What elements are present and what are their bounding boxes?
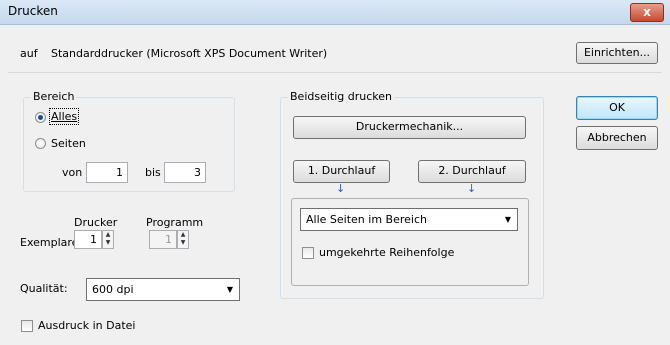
pages-select-value: Alle Seiten im Bereich <box>306 213 427 226</box>
from-input[interactable]: 1 <box>86 162 128 183</box>
separator <box>8 72 662 73</box>
window-title: Drucken <box>8 4 58 18</box>
range-pages-label[interactable]: Seiten <box>51 137 86 150</box>
copies-program-input: 1 <box>149 230 177 249</box>
pages-select[interactable]: Alle Seiten im Bereich ▼ <box>300 208 518 231</box>
range-all-label[interactable]: Alles <box>48 108 80 125</box>
copies-program-spinner: ▲ ▼ <box>177 230 189 249</box>
range-all-radio[interactable] <box>35 112 46 123</box>
copies-printer-header: Drucker <box>74 216 118 229</box>
spin-up-icon[interactable]: ▲ <box>103 231 113 239</box>
print-to-file-label[interactable]: Ausdruck in Datei <box>38 319 136 332</box>
printer-mechanics-button[interactable]: Druckermechanik... <box>293 116 526 139</box>
to-input[interactable]: 3 <box>164 162 206 183</box>
pass2-button[interactable]: 2. Durchlauf <box>418 160 526 183</box>
dropdown-arrow-icon: ▼ <box>504 215 511 224</box>
spin-down-icon: ▼ <box>180 239 186 246</box>
quality-select[interactable]: 600 dpi ▼ <box>86 278 240 301</box>
dropdown-arrow-icon: ▼ <box>226 285 233 294</box>
copies-label: Exemplare <box>20 236 79 249</box>
pass2-arrow-icon: ↓ <box>467 182 477 195</box>
copies-printer-spinner[interactable]: ▲ ▼ <box>102 230 114 249</box>
range-pages-radio[interactable] <box>35 138 46 149</box>
title-bar: Drucken x <box>0 0 670 25</box>
printer-prefix: auf <box>20 47 38 60</box>
cancel-button[interactable]: Abbrechen <box>576 126 658 150</box>
to-label: bis <box>145 166 161 179</box>
spin-up-icon: ▲ <box>180 231 186 238</box>
duplex-legend: Beidseitig drucken <box>288 90 394 103</box>
print-to-file-checkbox[interactable] <box>21 320 33 332</box>
reverse-order-checkbox[interactable] <box>302 247 314 259</box>
printer-name: Standarddrucker (Microsoft XPS Document … <box>51 47 328 60</box>
ok-button[interactable]: OK <box>576 96 658 120</box>
pass1-button[interactable]: 1. Durchlauf <box>293 160 390 183</box>
pass1-arrow-icon: ↓ <box>336 182 346 195</box>
close-button[interactable]: x <box>630 3 664 22</box>
spin-down-icon[interactable]: ▼ <box>103 239 113 247</box>
from-label: von <box>62 166 83 179</box>
copies-printer-input[interactable]: 1 <box>74 230 102 249</box>
reverse-order-label[interactable]: umgekehrte Reihenfolge <box>319 246 454 259</box>
copies-program-header: Programm <box>146 216 204 229</box>
close-icon: x <box>643 5 651 19</box>
quality-label: Qualität: <box>20 282 68 295</box>
quality-value: 600 dpi <box>92 283 134 296</box>
range-legend: Bereich <box>31 90 77 103</box>
printer-setup-button[interactable]: Einrichten... <box>576 42 658 64</box>
